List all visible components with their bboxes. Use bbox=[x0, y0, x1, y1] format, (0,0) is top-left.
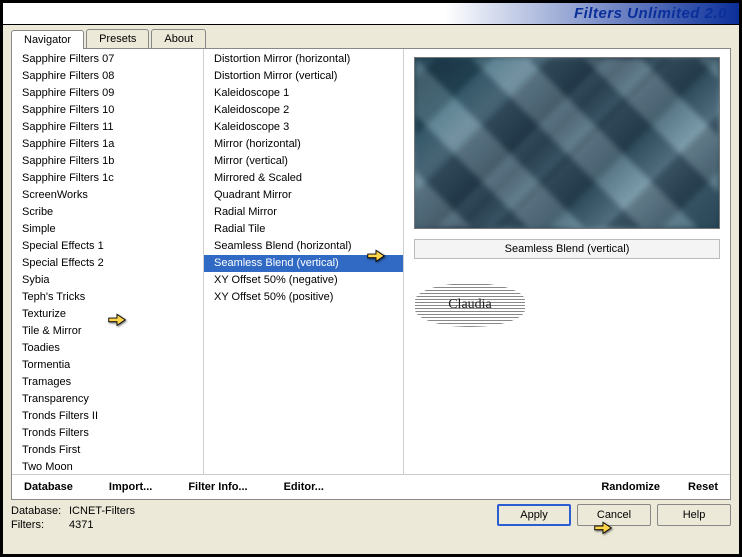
list-item[interactable]: Kaleidoscope 2 bbox=[204, 102, 403, 119]
navigator-panel: Sapphire Filters 07Sapphire Filters 08Sa… bbox=[11, 48, 731, 500]
current-filter-name: Seamless Blend (vertical) bbox=[414, 239, 720, 259]
list-item[interactable]: Simple bbox=[12, 221, 203, 238]
status-row: Database:ICNET-Filters Filters:4371 Appl… bbox=[11, 504, 731, 532]
list-item[interactable]: Tronds Filters bbox=[12, 425, 203, 442]
link-reset[interactable]: Reset bbox=[688, 481, 718, 493]
list-item[interactable]: Special Effects 1 bbox=[12, 238, 203, 255]
list-item[interactable]: Tramages bbox=[12, 374, 203, 391]
list-item[interactable]: XY Offset 50% (negative) bbox=[204, 272, 403, 289]
list-item[interactable]: Sapphire Filters 1c bbox=[12, 170, 203, 187]
tab-about[interactable]: About bbox=[151, 29, 206, 48]
list-item[interactable]: Special Effects 2 bbox=[12, 255, 203, 272]
filter-name-row: Seamless Blend (vertical) bbox=[414, 239, 720, 259]
list-item[interactable]: Kaleidoscope 3 bbox=[204, 119, 403, 136]
list-item[interactable]: Seamless Blend (horizontal) bbox=[204, 238, 403, 255]
preview-image bbox=[414, 57, 720, 229]
list-item[interactable]: Radial Tile bbox=[204, 221, 403, 238]
list-item[interactable]: Sapphire Filters 11 bbox=[12, 119, 203, 136]
list-item[interactable]: Sapphire Filters 10 bbox=[12, 102, 203, 119]
link-import[interactable]: Import... bbox=[109, 481, 152, 493]
list-item[interactable]: Mirrored & Scaled bbox=[204, 170, 403, 187]
tab-navigator[interactable]: Navigator bbox=[11, 30, 84, 49]
list-item[interactable]: Sapphire Filters 07 bbox=[12, 51, 203, 68]
list-item[interactable]: Mirror (horizontal) bbox=[204, 136, 403, 153]
list-item[interactable]: Tronds First bbox=[12, 442, 203, 459]
parameter-area bbox=[414, 259, 720, 466]
list-item[interactable]: ScreenWorks bbox=[12, 187, 203, 204]
list-item[interactable]: Tile & Mirror bbox=[12, 323, 203, 340]
lists-container: Sapphire Filters 07Sapphire Filters 08Sa… bbox=[12, 49, 730, 474]
help-button[interactable]: Help bbox=[657, 504, 731, 526]
list-item[interactable]: Sapphire Filters 08 bbox=[12, 68, 203, 85]
tab-strip: Navigator Presets About bbox=[3, 25, 739, 48]
link-filter-info[interactable]: Filter Info... bbox=[188, 481, 247, 493]
dialog-buttons: Apply Cancel Help bbox=[497, 504, 731, 526]
status-db-label: Database: bbox=[11, 504, 69, 518]
list-item[interactable]: Toadies bbox=[12, 340, 203, 357]
link-editor[interactable]: Editor... bbox=[284, 481, 324, 493]
list-item[interactable]: Sapphire Filters 09 bbox=[12, 85, 203, 102]
list-item[interactable]: Kaleidoscope 1 bbox=[204, 85, 403, 102]
tab-presets[interactable]: Presets bbox=[86, 29, 149, 48]
list-item[interactable]: Teph's Tricks bbox=[12, 289, 203, 306]
link-row: Database Import... Filter Info... Editor… bbox=[12, 474, 730, 499]
status-db-value: ICNET-Filters bbox=[69, 505, 135, 517]
category-listbox[interactable]: Sapphire Filters 07Sapphire Filters 08Sa… bbox=[12, 49, 204, 474]
list-item[interactable]: XY Offset 50% (positive) bbox=[204, 289, 403, 306]
list-item[interactable]: Scribe bbox=[12, 204, 203, 221]
list-item[interactable]: Distortion Mirror (horizontal) bbox=[204, 51, 403, 68]
preview-area: Seamless Blend (vertical) bbox=[404, 49, 730, 474]
list-item[interactable]: Two Moon bbox=[12, 459, 203, 474]
link-randomize[interactable]: Randomize bbox=[601, 481, 660, 493]
list-item[interactable]: Quadrant Mirror bbox=[204, 187, 403, 204]
list-item[interactable]: Transparency bbox=[12, 391, 203, 408]
list-item[interactable]: Texturize bbox=[12, 306, 203, 323]
list-item[interactable]: Sybia bbox=[12, 272, 203, 289]
list-item[interactable]: Mirror (vertical) bbox=[204, 153, 403, 170]
link-database[interactable]: Database bbox=[24, 481, 73, 493]
status-filters-label: Filters: bbox=[11, 518, 69, 532]
list-item[interactable]: Sapphire Filters 1b bbox=[12, 153, 203, 170]
status-filters-value: 4371 bbox=[69, 519, 93, 531]
list-item[interactable]: Tormentia bbox=[12, 357, 203, 374]
list-item[interactable]: Distortion Mirror (vertical) bbox=[204, 68, 403, 85]
filter-listbox[interactable]: Distortion Mirror (horizontal)Distortion… bbox=[204, 49, 404, 474]
list-item[interactable]: Sapphire Filters 1a bbox=[12, 136, 203, 153]
apply-button[interactable]: Apply bbox=[497, 504, 571, 526]
list-item[interactable]: Tronds Filters II bbox=[12, 408, 203, 425]
title-bar: Filters Unlimited 2.0 bbox=[3, 3, 739, 25]
list-item[interactable]: Seamless Blend (vertical) bbox=[204, 255, 403, 272]
cancel-button[interactable]: Cancel bbox=[577, 504, 651, 526]
status-text: Database:ICNET-Filters Filters:4371 bbox=[11, 504, 135, 532]
app-title: Filters Unlimited 2.0 bbox=[574, 5, 727, 22]
list-item[interactable]: Radial Mirror bbox=[204, 204, 403, 221]
